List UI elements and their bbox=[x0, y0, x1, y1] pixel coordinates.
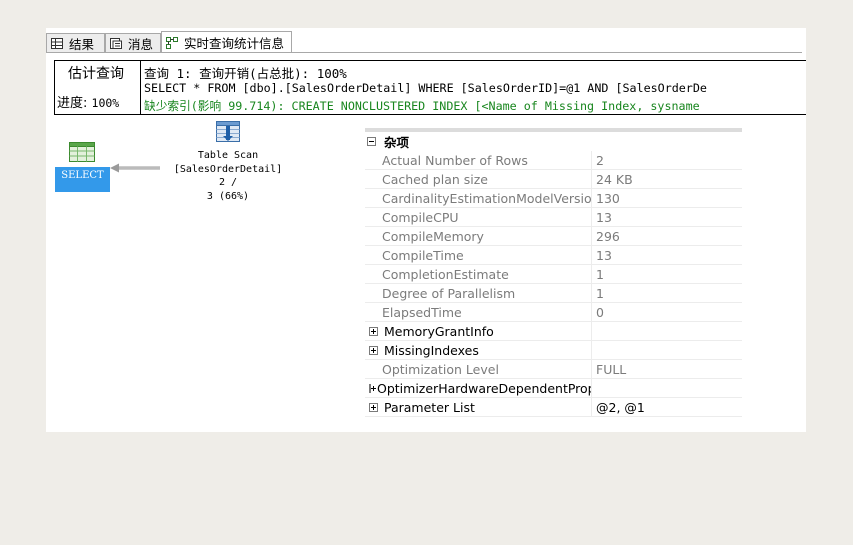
flow-arrow-icon bbox=[110, 163, 160, 173]
property-value: 1 bbox=[592, 284, 742, 303]
property-name: CompileCPU bbox=[365, 208, 592, 227]
grid-icon bbox=[51, 37, 63, 49]
property-value: FULL bbox=[592, 360, 742, 379]
property-row[interactable]: CompileMemory 296 bbox=[365, 227, 742, 246]
property-row[interactable]: Optimization Level FULL bbox=[365, 360, 742, 379]
collapse-icon[interactable] bbox=[367, 137, 376, 146]
property-value: @2, @1 bbox=[592, 398, 742, 417]
property-name-text: MissingIndexes bbox=[384, 342, 479, 358]
table-scan-title: Table Scan bbox=[197, 150, 259, 161]
property-name-text: Actual Number of Rows bbox=[382, 152, 528, 168]
sql-text-line: SELECT * FROM [dbo].[SalesOrderDetail] W… bbox=[144, 81, 707, 95]
property-category-misc[interactable]: 杂项 bbox=[365, 132, 742, 151]
property-row[interactable]: Cached plan size 24 KB bbox=[365, 170, 742, 189]
query-cost-line: 查询 1: 查询开销(占总批): 100% bbox=[144, 66, 347, 81]
table-scan-rows: 2 / bbox=[218, 177, 238, 188]
property-row[interactable]: OptimizerHardwareDependentProperti bbox=[365, 379, 742, 398]
property-row[interactable]: Degree of Parallelism 1 bbox=[365, 284, 742, 303]
property-name-text: CardinalityEstimationModelVersion bbox=[382, 190, 592, 206]
property-row[interactable]: CompileTime 13 bbox=[365, 246, 742, 265]
property-value: 13 bbox=[592, 208, 742, 227]
property-row[interactable]: CardinalityEstimationModelVersion 130 bbox=[365, 189, 742, 208]
property-name: OptimizerHardwareDependentProperti bbox=[365, 379, 592, 398]
live-stats-icon bbox=[166, 36, 178, 49]
property-name: Parameter List bbox=[365, 398, 592, 417]
expand-icon[interactable] bbox=[369, 326, 378, 336]
property-name-text: CompileMemory bbox=[382, 228, 484, 244]
property-value: 0 bbox=[592, 303, 742, 322]
property-name-text: Optimization Level bbox=[382, 361, 499, 377]
property-name: MemoryGrantInfo bbox=[365, 322, 592, 341]
property-row[interactable]: MemoryGrantInfo bbox=[365, 322, 742, 341]
property-name-text: ElapsedTime bbox=[382, 304, 462, 320]
property-row[interactable]: Actual Number of Rows 2 bbox=[365, 151, 742, 170]
property-value bbox=[592, 379, 742, 398]
property-value: 1 bbox=[592, 265, 742, 284]
table-scan-node[interactable]: Table Scan [SalesOrderDetail] 2 / 3 (66%… bbox=[162, 149, 294, 203]
tab-messages[interactable]: 消息 bbox=[105, 33, 161, 52]
select-icon[interactable] bbox=[69, 142, 95, 162]
property-name: Actual Number of Rows bbox=[365, 151, 592, 170]
property-name: ElapsedTime bbox=[365, 303, 592, 322]
progress-label: 进度: bbox=[57, 96, 88, 111]
query-header: 估计查询 进度: 100% 查询 1: 查询开销(占总批): 100% SELE… bbox=[54, 60, 806, 115]
property-name-text: CompletionEstimate bbox=[382, 266, 509, 282]
property-name: CompletionEstimate bbox=[365, 265, 592, 284]
property-value: 24 KB bbox=[592, 170, 742, 189]
property-row[interactable]: ElapsedTime 0 bbox=[365, 303, 742, 322]
property-row[interactable]: MissingIndexes bbox=[365, 341, 742, 360]
missing-index-hint[interactable]: 缺少索引(影响 99.714): CREATE NONCLUSTERED IND… bbox=[144, 97, 700, 114]
property-name-text: MemoryGrantInfo bbox=[384, 323, 494, 339]
tab-strip-divider bbox=[46, 52, 802, 53]
property-name: CompileTime bbox=[365, 246, 592, 265]
property-row[interactable]: Parameter List @2, @1 bbox=[365, 398, 742, 417]
result-tabs: 结果 消息 实时查询统计信息 bbox=[46, 31, 806, 53]
property-value bbox=[592, 322, 742, 341]
property-grid: 杂项 Actual Number of Rows 2 Cached plan siz… bbox=[365, 128, 742, 417]
expand-icon[interactable] bbox=[369, 383, 376, 393]
table-scan-icon[interactable] bbox=[216, 121, 240, 142]
property-name: CompileMemory bbox=[365, 227, 592, 246]
tab-results[interactable]: 结果 bbox=[46, 33, 105, 52]
property-name-text: OptimizerHardwareDependentProperti bbox=[377, 380, 591, 396]
property-value bbox=[592, 341, 742, 360]
property-name: MissingIndexes bbox=[365, 341, 592, 360]
property-value: 130 bbox=[592, 189, 742, 208]
tab-messages-label: 消息 bbox=[128, 36, 154, 52]
tab-live-query-stats[interactable]: 实时查询统计信息 bbox=[161, 31, 292, 53]
property-name: Optimization Level bbox=[365, 360, 592, 379]
property-name: Degree of Parallelism bbox=[365, 284, 592, 303]
property-row[interactable]: CompletionEstimate 1 bbox=[365, 265, 742, 284]
property-value: 296 bbox=[592, 227, 742, 246]
property-name: CardinalityEstimationModelVersion bbox=[365, 189, 592, 208]
expand-icon[interactable] bbox=[369, 402, 378, 412]
property-value: 2 bbox=[592, 151, 742, 170]
property-name-text: Cached plan size bbox=[382, 171, 488, 187]
property-category-label: 杂项 bbox=[384, 135, 410, 150]
table-scan-cost: 3 (66%) bbox=[206, 190, 250, 202]
progress-readout: 进度: 100% bbox=[57, 92, 119, 111]
estimate-label: 估计查询 bbox=[68, 66, 124, 82]
table-scan-object: [SalesOrderDetail] bbox=[173, 163, 283, 175]
property-name-text: Degree of Parallelism bbox=[382, 285, 516, 301]
property-name: Cached plan size bbox=[365, 170, 592, 189]
property-value: 13 bbox=[592, 246, 742, 265]
tab-results-label: 结果 bbox=[69, 36, 95, 52]
messages-icon bbox=[110, 37, 122, 49]
progress-box: 估计查询 进度: 100% bbox=[55, 61, 141, 114]
progress-value: 100% bbox=[91, 96, 120, 110]
tab-live-query-stats-label: 实时查询统计信息 bbox=[184, 36, 285, 51]
property-name-text: CompileTime bbox=[382, 247, 464, 263]
property-row[interactable]: CompileCPU 13 bbox=[365, 208, 742, 227]
select-node-label[interactable]: SELECT bbox=[55, 167, 110, 192]
expand-icon[interactable] bbox=[369, 345, 378, 355]
property-name-text: CompileCPU bbox=[382, 209, 459, 225]
property-name-text: Parameter List bbox=[384, 399, 475, 415]
